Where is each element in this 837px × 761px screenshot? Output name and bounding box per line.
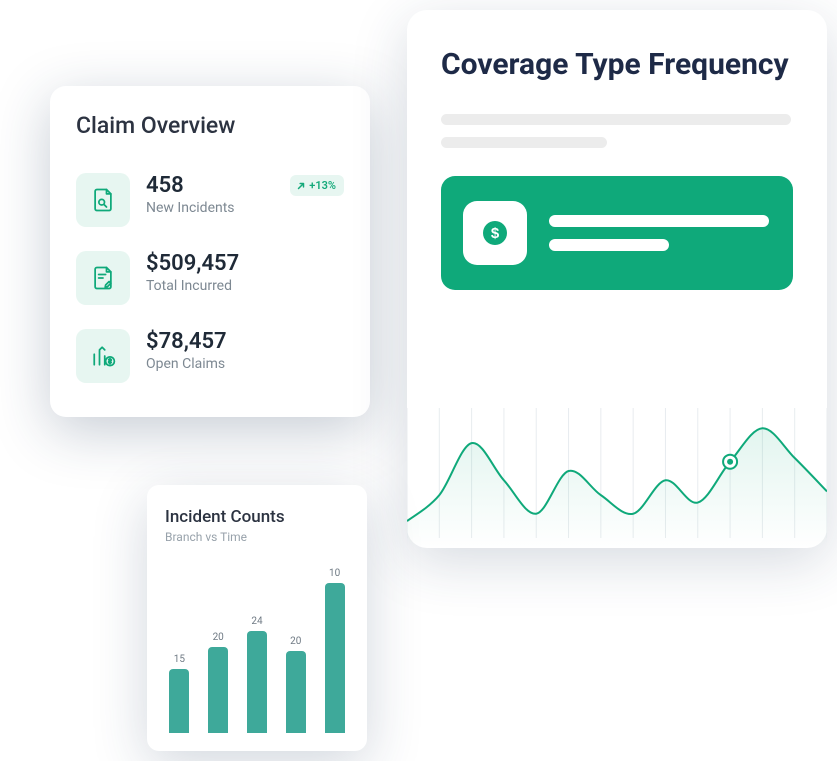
svg-text:$: $: [491, 225, 500, 242]
chart-dollar-icon: [76, 329, 130, 383]
skeleton-group: [549, 215, 771, 251]
coverage-title: Coverage Type Frequency: [441, 46, 793, 84]
skeleton-line: [549, 239, 669, 251]
incident-bar-chart: 15 20 24 20 10: [165, 544, 349, 737]
metric-label: New Incidents: [146, 200, 274, 216]
bar-column: 20: [206, 632, 231, 733]
arrow-up-right-icon: [296, 181, 306, 191]
metric-value: $509,457: [146, 251, 344, 276]
metric-value: 458: [146, 173, 274, 198]
delta-badge: +13%: [290, 175, 344, 196]
metric-new-incidents: 458 New Incidents +13%: [76, 163, 344, 241]
bar-column: 10: [322, 568, 347, 733]
claim-overview-title: Claim Overview: [76, 112, 344, 139]
incident-title: Incident Counts: [165, 507, 349, 527]
bar: [286, 651, 306, 733]
bar: [208, 647, 228, 733]
skeleton-line: [441, 137, 607, 148]
bar-column: 24: [245, 616, 270, 733]
metric-open-claims: $78,457 Open Claims: [76, 319, 344, 397]
skeleton-line: [441, 114, 791, 125]
delta-value: +13%: [309, 179, 336, 192]
bar-column: 15: [167, 654, 192, 733]
bar-value-label: 20: [290, 636, 301, 647]
coverage-card: Coverage Type Frequency $: [407, 10, 827, 548]
bar: [325, 583, 345, 733]
bar-value-label: 15: [174, 654, 185, 665]
metric-label: Total Incurred: [146, 278, 344, 294]
bar-value-label: 20: [213, 632, 224, 643]
dollar-icon: $: [463, 201, 527, 265]
document-edit-icon: [76, 251, 130, 305]
metric-value: $78,457: [146, 329, 344, 354]
document-search-icon: [76, 173, 130, 227]
bar: [247, 631, 267, 733]
bar: [169, 669, 189, 733]
bar-column: 20: [283, 636, 308, 733]
bar-value-label: 10: [329, 568, 340, 579]
incident-subtitle: Branch vs Time: [165, 530, 349, 544]
metric-label: Open Claims: [146, 356, 344, 372]
coverage-feature-box: $: [441, 176, 793, 290]
bar-value-label: 24: [251, 616, 262, 627]
claim-overview-card: Claim Overview 458 New Incidents +13%: [50, 86, 370, 417]
incident-card: Incident Counts Branch vs Time 152024201…: [147, 485, 367, 751]
skeleton-line: [549, 215, 769, 227]
metric-total-incurred: $509,457 Total Incurred: [76, 241, 344, 319]
coverage-sparkline-chart: [407, 378, 827, 548]
